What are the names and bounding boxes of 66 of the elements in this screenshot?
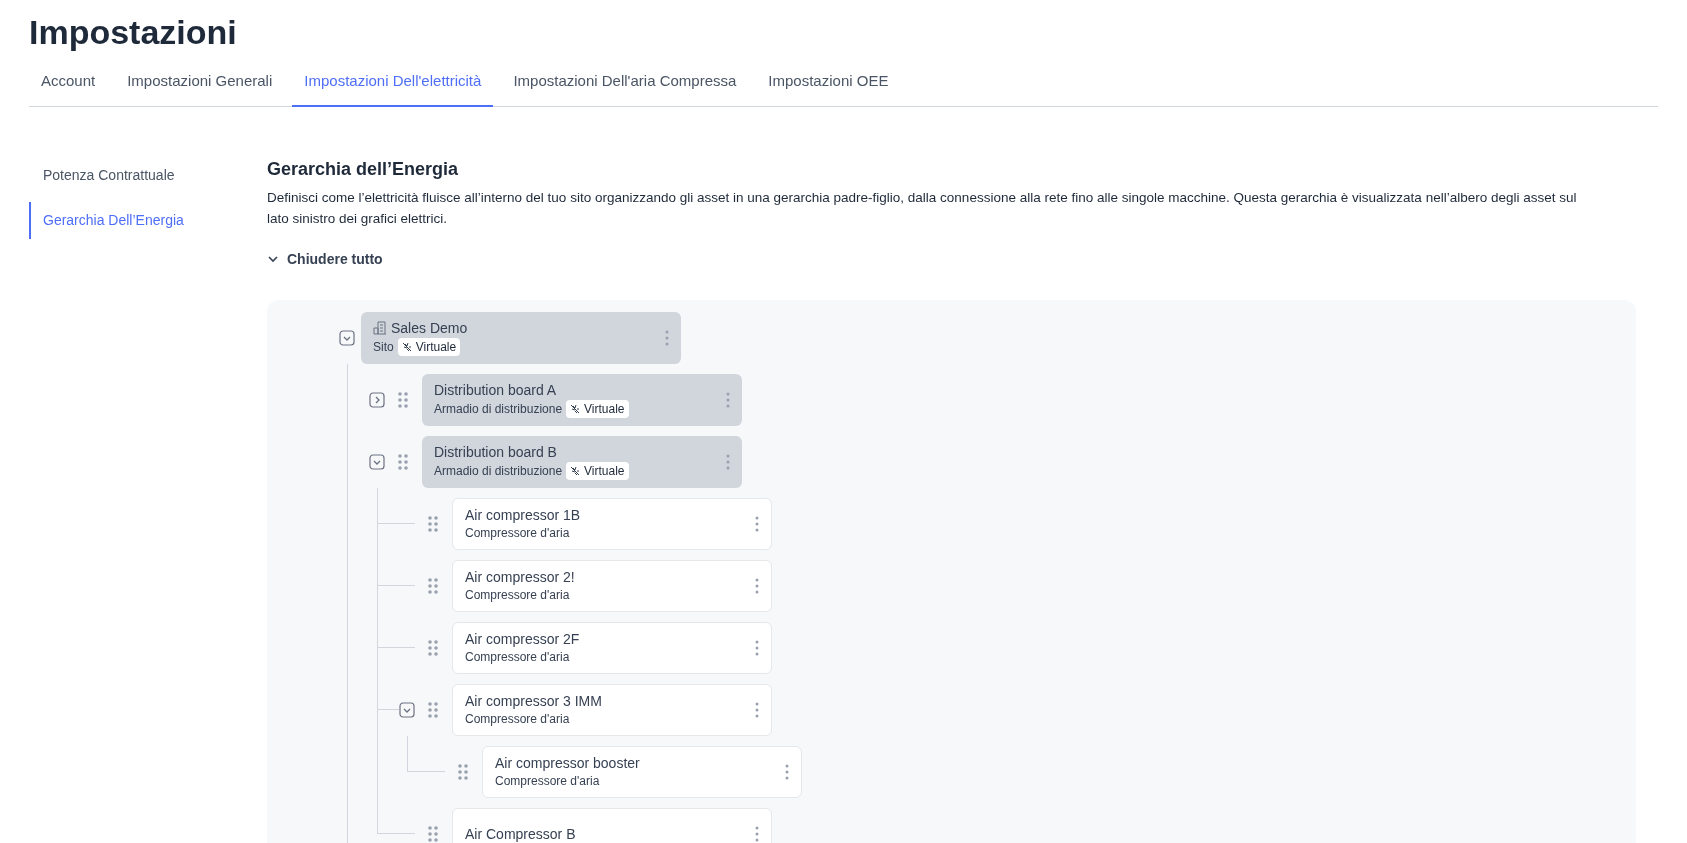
page-title: Impostazioni bbox=[29, 12, 238, 52]
sidebar-item[interactable]: Potenza Contrattuale bbox=[29, 156, 267, 194]
asset-type: Compressore d'aria bbox=[495, 773, 600, 789]
asset-title: Distribution board A bbox=[434, 381, 557, 399]
collapse-icon[interactable] bbox=[369, 453, 385, 470]
asset-title: Air compressor 3 IMM bbox=[465, 692, 602, 710]
more-options-icon[interactable] bbox=[726, 453, 730, 470]
asset-card[interactable]: Air Compressor B bbox=[452, 807, 772, 843]
asset-type: Compressore d'aria bbox=[465, 587, 570, 603]
building-icon bbox=[373, 321, 387, 335]
tab[interactable]: Impostazioni Dell'aria Compressa bbox=[501, 66, 749, 107]
asset-type: Compressore d'aria bbox=[465, 525, 570, 541]
asset-card[interactable]: Air compressor 2! Compressore d'aria bbox=[452, 559, 772, 612]
more-options-icon[interactable] bbox=[755, 515, 759, 532]
sidebar-item[interactable]: Gerarchia Dell’Energia bbox=[29, 201, 267, 239]
asset-card[interactable]: Sales Demo Sito Virtuale bbox=[361, 311, 681, 364]
asset-card[interactable]: Air compressor booster Compressore d'aria bbox=[482, 745, 802, 798]
tab[interactable]: Account bbox=[29, 66, 108, 107]
virtual-badge: Virtuale bbox=[566, 462, 629, 480]
drag-handle-icon[interactable] bbox=[397, 390, 409, 409]
asset-title: Sales Demo bbox=[391, 319, 468, 337]
asset-type: Armadio di distribuzione bbox=[434, 463, 563, 479]
more-options-icon[interactable] bbox=[755, 825, 759, 842]
more-options-icon[interactable] bbox=[665, 329, 669, 346]
asset-type: Compressore d'aria bbox=[465, 711, 570, 727]
section-description: Definisci come l’elettricità fluisce all’interno del tuo sito organizzando gli asset in una gerarchia padre-figlio, dalla connessione alla rete fino alle singole macchine. Questa gerarchia è visualizzata nell’albero degli asset sul lato sinistro dei grafici elettrici. bbox=[267, 188, 1578, 228]
asset-title: Air Compressor B bbox=[465, 824, 576, 843]
asset-type: Compressore d'aria bbox=[465, 649, 570, 665]
drag-handle-icon[interactable] bbox=[397, 452, 409, 471]
unplugged-icon bbox=[570, 466, 581, 476]
drag-handle-icon[interactable] bbox=[427, 824, 439, 843]
collapse-icon[interactable] bbox=[399, 701, 415, 718]
asset-card[interactable]: Air compressor 3 IMM Compressore d'aria bbox=[452, 683, 772, 736]
virtual-badge: Virtuale bbox=[566, 400, 629, 418]
more-options-icon[interactable] bbox=[755, 639, 759, 656]
virtual-badge: Virtuale bbox=[397, 338, 461, 356]
drag-handle-icon[interactable] bbox=[427, 576, 439, 595]
collapse-icon[interactable] bbox=[339, 329, 355, 346]
asset-title: Air compressor 1B bbox=[465, 506, 581, 524]
drag-handle-icon[interactable] bbox=[457, 762, 469, 781]
tab[interactable]: Impostazioni Generali bbox=[115, 66, 285, 107]
more-options-icon[interactable] bbox=[755, 577, 759, 594]
section-title: Gerarchia dell’Energia bbox=[267, 157, 460, 181]
asset-type: Armadio di distribuzione bbox=[434, 401, 563, 417]
asset-title: Air compressor 2! bbox=[465, 568, 575, 586]
asset-card[interactable]: Air compressor 2F Compressore d'aria bbox=[452, 621, 772, 674]
asset-card[interactable]: Air compressor 1B Compressore d'aria bbox=[452, 497, 772, 550]
drag-handle-icon[interactable] bbox=[427, 514, 439, 533]
drag-handle-icon[interactable] bbox=[427, 700, 439, 719]
collapse-all-button[interactable]: Chiudere tutto bbox=[267, 248, 383, 270]
tab[interactable]: Impostazioni Dell'elettricità bbox=[292, 66, 494, 107]
asset-type: Sito bbox=[373, 339, 394, 355]
unplugged-icon bbox=[401, 342, 412, 352]
asset-card[interactable]: Distribution board B Armadio di distribuzione Virtuale bbox=[422, 435, 742, 488]
asset-title: Air compressor booster bbox=[495, 754, 640, 772]
asset-title: Air compressor 2F bbox=[465, 630, 580, 648]
more-options-icon[interactable] bbox=[755, 701, 759, 718]
asset-title: Distribution board B bbox=[434, 443, 557, 461]
asset-card[interactable]: Distribution board A Armadio di distribuzione Virtuale bbox=[422, 373, 742, 426]
expand-icon[interactable] bbox=[369, 391, 385, 408]
more-options-icon[interactable] bbox=[726, 391, 730, 408]
chevron-down-icon bbox=[267, 253, 279, 265]
tab[interactable]: Impostazioni OEE bbox=[756, 66, 901, 107]
drag-handle-icon[interactable] bbox=[427, 638, 439, 657]
more-options-icon[interactable] bbox=[785, 763, 789, 780]
unplugged-icon bbox=[570, 404, 581, 414]
